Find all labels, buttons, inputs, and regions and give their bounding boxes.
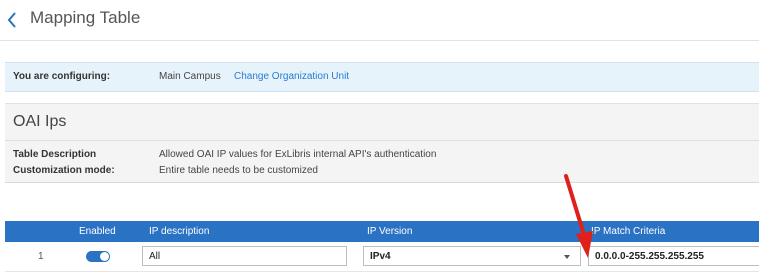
table-title: OAI Ips [13,113,67,130]
configuring-bar: You are configuring: Main Campus Change … [5,62,759,92]
row-number: 1 [38,251,44,262]
column-header-enabled[interactable]: Enabled [79,226,116,237]
page-header: Mapping Table [0,0,759,38]
table-header-row: Enabled IP description IP Version IP Mat… [5,221,759,242]
column-header-ip-description[interactable]: IP description [149,226,209,237]
column-header-ip-match-criteria[interactable]: IP Match Criteria [591,226,665,237]
customization-mode-value: Entire table needs to be customized [159,165,318,176]
customization-mode-label: Customization mode: [13,165,115,176]
enabled-toggle[interactable] [86,251,110,262]
column-header-ip-version[interactable]: IP Version [367,226,412,237]
ip-match-criteria-input[interactable]: 0.0.0.0-255.255.255.255 [588,246,759,266]
chevron-down-icon [564,255,570,259]
table-row: 1 All IPv4 0.0.0.0-255.255.255.255 [5,243,759,272]
ip-description-input[interactable]: All [142,246,347,266]
configuring-value: Main Campus [159,71,221,82]
ip-version-select[interactable]: IPv4 [363,246,581,266]
table-info-panel: OAI Ips Table Description Allowed OAI IP… [5,103,759,183]
table-description-label: Table Description [13,149,97,160]
chevron-left-icon[interactable] [6,11,20,29]
configuring-label: You are configuring: [13,71,111,82]
toggle-knob [100,252,109,261]
change-organization-unit-link[interactable]: Change Organization Unit [234,71,349,82]
header-divider [0,40,759,41]
table-description-value: Allowed OAI IP values for ExLibris inter… [159,149,437,160]
ip-version-value: IPv4 [370,251,391,262]
panel-divider [5,140,759,141]
page-title: Mapping Table [30,8,141,27]
